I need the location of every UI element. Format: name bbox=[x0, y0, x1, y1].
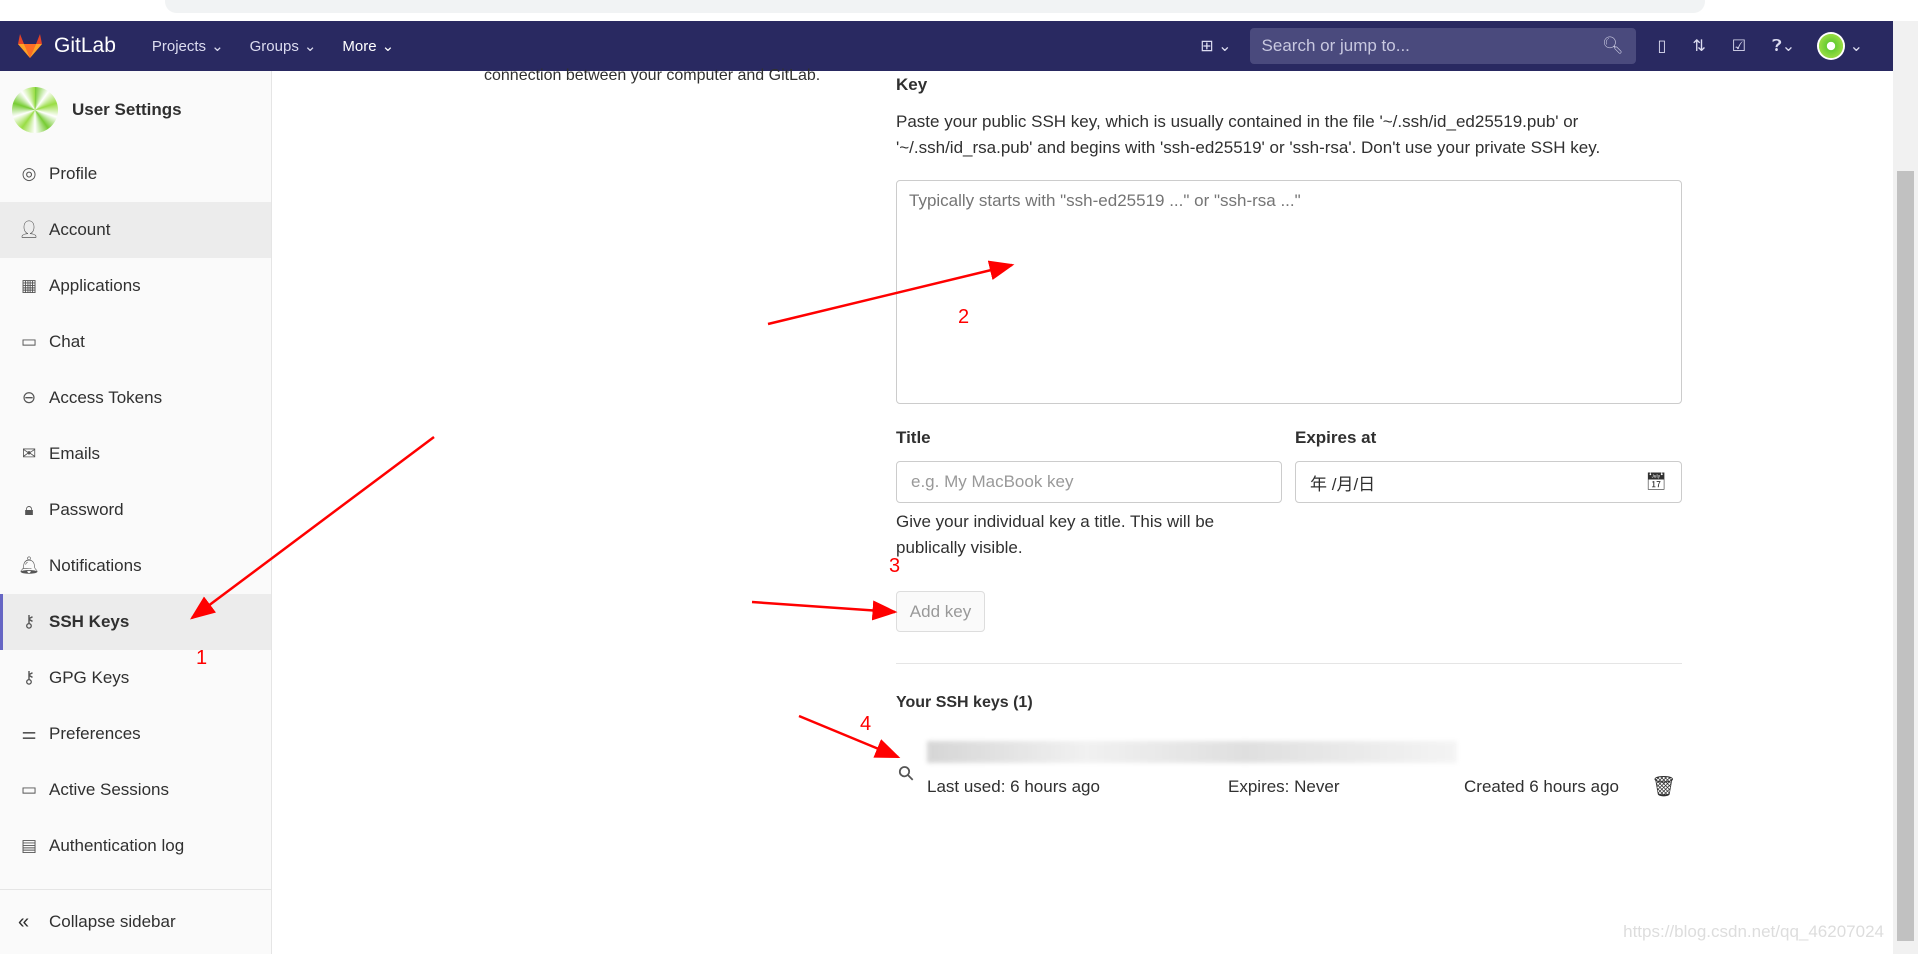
comment-icon: ▭ bbox=[20, 332, 38, 351]
sidebar-item-preferences[interactable]: ⚌ Preferences bbox=[0, 706, 271, 762]
redacted-key-fingerprint bbox=[927, 741, 1457, 763]
main-content: connection between your computer and Git… bbox=[273, 67, 1893, 954]
todo-icon[interactable]: ☑ bbox=[1732, 36, 1746, 56]
sidebar-item-access-tokens[interactable]: ⊖ Access Tokens bbox=[0, 370, 271, 426]
key-created: Created 6 hours ago bbox=[1464, 777, 1619, 796]
avatar bbox=[1817, 32, 1846, 60]
double-chevron-left-icon: « bbox=[18, 910, 30, 933]
sidebar-item-password[interactable]: 🔒︎ Password bbox=[0, 482, 271, 538]
sidebar-item-label: Profile bbox=[49, 164, 98, 183]
keys-heading: Your SSH keys (1) bbox=[896, 694, 1033, 711]
collapse-sidebar-button[interactable]: «Collapse sidebar bbox=[0, 889, 271, 954]
sidebar-item-label: Active Sessions bbox=[49, 780, 169, 799]
title-label: Title bbox=[896, 428, 931, 447]
key-help: '~/.ssh/id_rsa.pub' and begins with 'ssh… bbox=[896, 138, 1601, 157]
issues-icon[interactable]: ▯ bbox=[1658, 36, 1667, 56]
nav-projects[interactable]: Projects ⌄ bbox=[152, 37, 224, 56]
merge-requests-icon[interactable]: ⇅ bbox=[1692, 36, 1705, 56]
help-icon[interactable]: ❓︎⌄ bbox=[1772, 36, 1795, 56]
key-textarea[interactable] bbox=[896, 180, 1682, 404]
sidebar-item-authentication-log[interactable]: ▤ Authentication log bbox=[0, 818, 271, 874]
key-label: Key bbox=[896, 75, 928, 94]
key-icon: ⚲ bbox=[893, 760, 920, 787]
sidebar-item-label: Applications bbox=[49, 276, 141, 295]
calendar-icon[interactable]: 📅︎ bbox=[1645, 472, 1667, 492]
sidebar-item-label: Password bbox=[49, 500, 124, 519]
divider bbox=[896, 663, 1682, 664]
log-icon: ▤ bbox=[20, 836, 38, 855]
token-icon: ⊖ bbox=[21, 388, 37, 407]
key-icon: ⚷ bbox=[22, 668, 36, 687]
sidebar-item-label: Notifications bbox=[49, 556, 142, 575]
bell-icon: 🔔︎ bbox=[18, 556, 40, 575]
watermark: https://blog.csdn.net/qq_46207024 bbox=[1623, 922, 1884, 941]
gitlab-logo[interactable]: GitLab bbox=[16, 33, 116, 59]
user-avatar-menu[interactable]: ⌄ bbox=[1817, 32, 1863, 60]
key-last-used: Last used: 6 hours ago bbox=[927, 777, 1100, 796]
address-bar[interactable] bbox=[165, 0, 1705, 13]
sidebar-item-emails[interactable]: ✉ Emails bbox=[0, 426, 271, 482]
sidebar-item-chat[interactable]: ▭ Chat bbox=[0, 314, 271, 370]
delete-key-button[interactable]: 🗑︎ bbox=[1651, 774, 1676, 799]
sliders-icon: ⚌ bbox=[21, 724, 37, 743]
annotation-label: 1 bbox=[196, 647, 208, 669]
annotation-label: 3 bbox=[889, 555, 901, 577]
add-key-button[interactable]: Add key bbox=[896, 591, 985, 632]
sidebar-header: User Settings bbox=[0, 71, 271, 149]
title-input[interactable]: e.g. My MacBook key bbox=[896, 461, 1282, 503]
scrollbar[interactable] bbox=[1893, 21, 1918, 954]
key-help: Paste your public SSH key, which is usua… bbox=[896, 112, 1579, 131]
nav-groups[interactable]: Groups ⌄ bbox=[250, 37, 317, 56]
intro-text: connection between your computer and Git… bbox=[484, 67, 821, 84]
sidebar-title: User Settings bbox=[72, 100, 182, 119]
chevron-down-icon: ⌄ bbox=[211, 38, 224, 55]
chevron-down-icon: ⌄ bbox=[303, 38, 317, 55]
sidebar-item-label: Account bbox=[49, 220, 111, 239]
sidebar-item-label: Authentication log bbox=[49, 836, 185, 855]
sidebar-item-gpg-keys[interactable]: ⚷ GPG Keys bbox=[0, 650, 271, 706]
sidebar-item-label: Access Tokens bbox=[49, 388, 163, 407]
nav-more[interactable]: More ⌄ bbox=[342, 37, 395, 56]
browser-chrome bbox=[0, 0, 1918, 21]
search-icon: 🔍︎ bbox=[1601, 36, 1624, 55]
expires-label: Expires at bbox=[1295, 428, 1377, 447]
sidebar-item-account[interactable]: 👤︎ Account bbox=[0, 202, 271, 258]
annotation-label: 2 bbox=[958, 306, 970, 328]
expires-date-input[interactable]: 年 /月/日 📅︎ bbox=[1295, 461, 1682, 503]
chevron-down-icon: ⌄ bbox=[381, 38, 395, 55]
tanuki-icon bbox=[18, 34, 42, 58]
new-item-button[interactable]: ⊞ ⌄ bbox=[1200, 36, 1231, 56]
monitor-icon: ▭ bbox=[20, 780, 38, 799]
sidebar-item-ssh-keys[interactable]: ⚷ SSH Keys bbox=[0, 594, 271, 650]
sidebar-item-active-sessions[interactable]: ▭ Active Sessions bbox=[0, 762, 271, 818]
user-circle-icon: ◎ bbox=[21, 164, 37, 183]
sidebar-item-label: Chat bbox=[49, 332, 85, 351]
title-help: publically visible. bbox=[896, 538, 1023, 557]
lock-icon: 🔒︎ bbox=[24, 500, 34, 519]
scrollbar-thumb[interactable] bbox=[1897, 171, 1914, 941]
sidebar-item-applications[interactable]: ▦ Applications bbox=[0, 258, 271, 314]
top-navbar: GitLab Projects ⌄ Groups ⌄ More ⌄ ⊞ ⌄ Searc… bbox=[0, 21, 1893, 71]
sidebar-item-profile[interactable]: ◎ Profile bbox=[0, 146, 271, 202]
key-expires: Expires: Never bbox=[1228, 777, 1340, 796]
annotation-label: 4 bbox=[860, 713, 872, 735]
sidebar-item-label: GPG Keys bbox=[49, 668, 130, 687]
settings-sidebar: User Settings ◎ Profile 👤︎ Account ▦ Applicat… bbox=[0, 71, 272, 954]
grid-icon: ▦ bbox=[20, 276, 38, 295]
sidebar-item-label: Emails bbox=[49, 444, 101, 463]
sidebar-item-label: Preferences bbox=[49, 724, 141, 743]
key-icon: ⚷ bbox=[22, 612, 36, 631]
sidebar-item-label: SSH Keys bbox=[49, 612, 130, 631]
avatar bbox=[12, 87, 58, 133]
trash-icon: 🗑︎ bbox=[1651, 776, 1677, 798]
title-help: Give your individual key a title. This w… bbox=[896, 512, 1215, 531]
envelope-icon: ✉ bbox=[21, 444, 37, 463]
sidebar-item-notifications[interactable]: 🔔︎ Notifications bbox=[0, 538, 271, 594]
account-icon: 👤︎ bbox=[18, 220, 40, 239]
brand-name: GitLab bbox=[54, 34, 116, 57]
search-input[interactable]: Search or jump to... 🔍︎ bbox=[1249, 28, 1636, 64]
